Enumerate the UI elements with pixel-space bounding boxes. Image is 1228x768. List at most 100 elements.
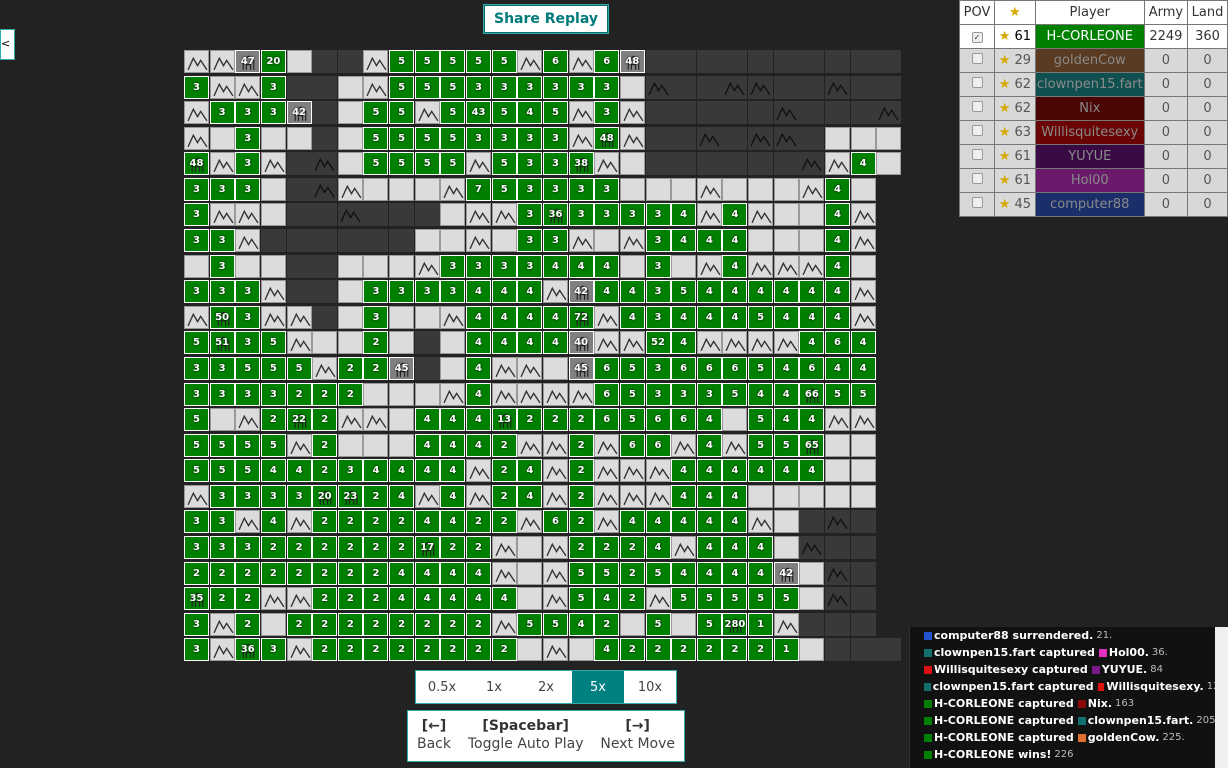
player-tile[interactable]: 4 (825, 280, 850, 304)
plain-tile[interactable] (722, 177, 748, 201)
plain-tile[interactable] (184, 254, 209, 278)
player-tile[interactable]: 3 (235, 331, 261, 355)
player-tile[interactable]: 2 (517, 408, 543, 432)
mountain-tile[interactable] (363, 50, 389, 73)
mountain-tile[interactable] (542, 280, 568, 304)
player-tile[interactable]: 2 (312, 561, 338, 585)
player-tile[interactable]: 4 (722, 536, 748, 560)
mountain-tile[interactable] (645, 484, 671, 508)
mountain-tile[interactable] (671, 433, 697, 457)
mountain-tile[interactable] (594, 459, 620, 483)
player-tile[interactable]: 2 (337, 356, 363, 380)
player-tile[interactable]: 6 (645, 433, 671, 457)
mountain-tile[interactable] (286, 433, 312, 457)
neutral-city-tile[interactable]: 45 (568, 356, 594, 380)
fog-tile[interactable] (286, 177, 312, 201)
mountain-tile[interactable] (850, 408, 876, 432)
mountain-tile[interactable] (466, 484, 492, 508)
fog-tile[interactable] (850, 638, 876, 662)
mountain-tile[interactable] (491, 561, 517, 585)
player-tile[interactable]: 5 (209, 459, 235, 483)
player-tile[interactable]: 3 (594, 75, 620, 99)
player-tile[interactable]: 3 (184, 229, 209, 253)
player-tile[interactable]: 3 (235, 152, 261, 176)
mountain-tile[interactable] (594, 484, 620, 508)
fog-tile[interactable] (825, 536, 850, 560)
plain-tile[interactable] (748, 484, 774, 508)
mountain-tile[interactable] (850, 229, 876, 253)
plain-tile[interactable] (414, 305, 440, 329)
plain-tile[interactable] (619, 612, 645, 636)
player-tile[interactable]: 4 (722, 254, 748, 278)
player-tile[interactable]: 5 (209, 433, 235, 457)
player-tile[interactable]: 6 (645, 408, 671, 432)
player-city-tile[interactable]: 65 (799, 433, 825, 457)
fog-mountain-tile[interactable] (696, 126, 722, 150)
player-tile[interactable]: 2 (312, 510, 338, 534)
fog-tile[interactable] (799, 612, 825, 636)
player-tile[interactable]: 2 (363, 484, 389, 508)
player-tile[interactable]: 1 (748, 612, 774, 636)
player-tile[interactable]: 4 (799, 305, 825, 329)
fog-tile[interactable] (850, 536, 876, 560)
player-tile[interactable]: 2 (389, 638, 415, 662)
mountain-tile[interactable] (260, 587, 286, 611)
player-tile[interactable]: 6 (594, 356, 620, 380)
mountain-tile[interactable] (568, 101, 594, 125)
player-tile[interactable]: 4 (671, 484, 697, 508)
mountain-tile[interactable] (337, 408, 363, 432)
player-tile[interactable]: 5 (363, 152, 389, 176)
player-tile[interactable]: 3 (645, 229, 671, 253)
player-tile[interactable]: 6 (722, 356, 748, 380)
fog-mountain-tile[interactable] (722, 75, 748, 99)
player-tile[interactable]: 5 (414, 75, 440, 99)
player-tile[interactable]: 4 (517, 331, 543, 355)
mountain-tile[interactable] (235, 229, 261, 253)
player-tile[interactable]: 3 (645, 305, 671, 329)
player-tile[interactable]: 5 (466, 50, 492, 73)
plain-tile[interactable] (619, 177, 645, 201)
mountain-tile[interactable] (209, 638, 235, 662)
plain-tile[interactable] (363, 254, 389, 278)
plain-tile[interactable] (671, 254, 697, 278)
fog-tile[interactable] (850, 587, 876, 611)
neutral-city-tile[interactable]: 47 (235, 50, 261, 73)
plain-tile[interactable] (517, 587, 543, 611)
player-tile[interactable]: 2 (491, 459, 517, 483)
player-tile[interactable]: 4 (517, 101, 543, 125)
mountain-tile[interactable] (722, 331, 748, 355)
player-tile[interactable]: 5 (389, 101, 415, 125)
player-tile[interactable]: 3 (645, 280, 671, 304)
player-tile[interactable]: 5 (389, 126, 415, 150)
player-tile[interactable]: 3 (568, 177, 594, 201)
mountain-tile[interactable] (235, 75, 261, 99)
plain-tile[interactable] (337, 254, 363, 278)
player-tile[interactable]: 2 (337, 561, 363, 585)
player-tile[interactable]: 4 (389, 587, 415, 611)
player-tile[interactable]: 3 (542, 126, 568, 150)
fog-tile[interactable] (389, 203, 415, 227)
player-city-tile[interactable]: 38 (568, 152, 594, 176)
player-tile[interactable]: 3 (645, 356, 671, 380)
mountain-tile[interactable] (491, 203, 517, 227)
fog-tile[interactable] (850, 612, 876, 636)
player-tile[interactable]: 4 (696, 510, 722, 534)
player-tile[interactable]: 4 (260, 459, 286, 483)
player-tile[interactable]: 2 (466, 638, 492, 662)
player-tile[interactable]: 20 (260, 50, 286, 73)
mountain-tile[interactable] (517, 356, 543, 380)
player-tile[interactable]: 5 (748, 305, 774, 329)
mountain-tile[interactable] (542, 484, 568, 508)
player-tile[interactable]: 2 (235, 612, 261, 636)
player-tile[interactable]: 5 (722, 382, 748, 406)
mountain-tile[interactable] (542, 561, 568, 585)
player-tile[interactable]: 4 (594, 280, 620, 304)
player-tile[interactable]: 4 (414, 510, 440, 534)
player-tile[interactable]: 3 (466, 75, 492, 99)
player-tile[interactable]: 3 (235, 536, 261, 560)
player-city-tile[interactable]: 36 (235, 638, 261, 662)
neutral-city-tile[interactable]: 42 (773, 561, 799, 585)
player-tile[interactable]: 5 (491, 152, 517, 176)
mountain-tile[interactable] (286, 510, 312, 534)
player-tile[interactable]: 4 (440, 459, 466, 483)
